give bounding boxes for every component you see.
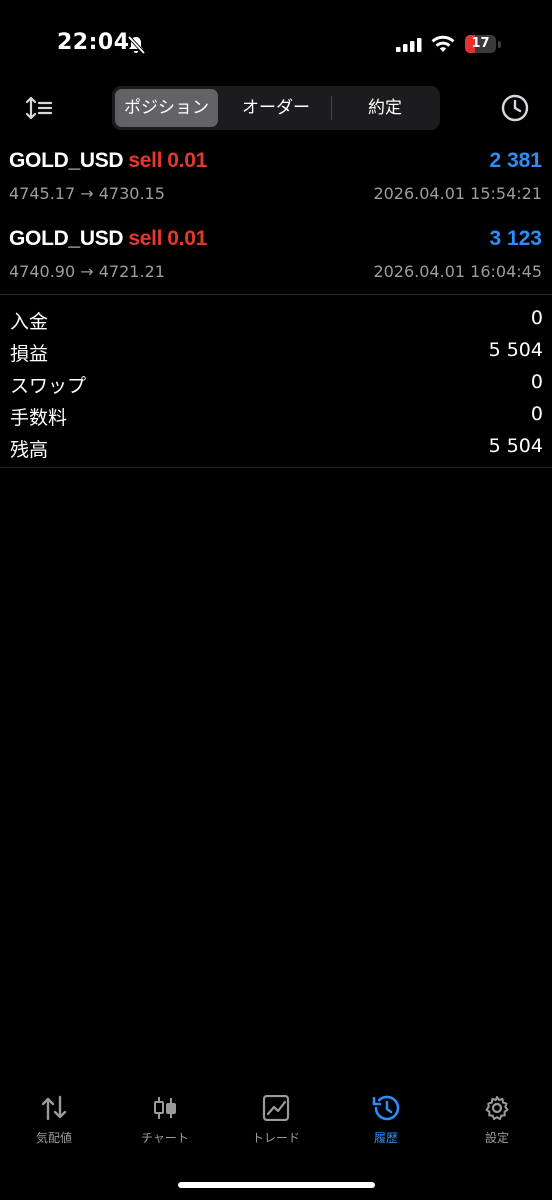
- segment-orders[interactable]: オーダー: [222, 89, 330, 127]
- position-side: sell: [128, 149, 163, 172]
- position-volume: 0.01: [167, 149, 207, 172]
- summary-label-swap: スワップ: [10, 375, 87, 397]
- wifi-icon: [431, 35, 455, 52]
- position-row[interactable]: GOLD_USD sell 0.01 2 381 4745.17 → 4730.…: [0, 140, 552, 215]
- summary-value-swap: 0: [530, 371, 543, 393]
- battery-indicator: 17: [465, 35, 496, 53]
- tab-settings[interactable]: 設定: [457, 1095, 537, 1146]
- battery-level: 17: [471, 36, 490, 51]
- position-time: 2026.04.01 16:04:45: [373, 262, 542, 281]
- tab-history[interactable]: 履歴: [346, 1095, 426, 1146]
- position-side: sell: [128, 227, 163, 250]
- history-icon: [372, 1095, 400, 1121]
- summary-label-balance: 残高: [10, 439, 49, 461]
- position-volume: 0.01: [167, 227, 207, 250]
- position-prices: 4740.90 → 4721.21: [9, 262, 165, 281]
- summary-label-deposit: 入金: [10, 311, 49, 333]
- tab-label: 履歴: [373, 1131, 398, 1145]
- position-profit: 2 381: [489, 149, 542, 172]
- trade-chart-icon: [262, 1094, 290, 1122]
- home-indicator: [178, 1182, 375, 1188]
- segment-positions[interactable]: ポジション: [115, 89, 218, 127]
- cellular-signal-icon: [396, 38, 422, 52]
- tab-chart[interactable]: チャート: [125, 1095, 205, 1146]
- tab-label: 気配値: [35, 1131, 72, 1145]
- tab-label: トレード: [251, 1131, 300, 1145]
- divider: [0, 294, 552, 295]
- gear-icon: [485, 1096, 509, 1120]
- position-profit: 3 123: [489, 227, 542, 250]
- summary-value-commission: 0: [530, 403, 543, 425]
- segment-divider: [331, 96, 332, 120]
- tab-quotes[interactable]: 気配値: [14, 1095, 94, 1146]
- tab-label: 設定: [484, 1131, 509, 1145]
- position-symbol: GOLD_USD: [9, 149, 124, 172]
- tab-trade[interactable]: トレード: [236, 1094, 316, 1146]
- bell-muted-icon: [127, 35, 146, 55]
- position-time: 2026.04.01 15:54:21: [373, 184, 542, 203]
- position-symbol: GOLD_USD: [9, 227, 124, 250]
- segment-deals[interactable]: 約定: [333, 89, 437, 127]
- status-time: 22:04: [57, 30, 130, 55]
- sort-icon[interactable]: [25, 96, 53, 120]
- quotes-arrows-icon: [41, 1095, 67, 1121]
- tab-label: チャート: [141, 1131, 189, 1145]
- summary-value-balance: 5 504: [488, 435, 543, 457]
- position-prices: 4745.17 → 4730.15: [9, 184, 165, 203]
- summary-label-profit: 損益: [10, 343, 49, 365]
- candlestick-icon: [154, 1097, 176, 1119]
- divider: [0, 467, 552, 468]
- view-segmented-control: ポジション オーダー 約定: [112, 86, 440, 130]
- clock-icon[interactable]: [500, 93, 530, 123]
- summary-value-deposit: 0: [530, 307, 543, 329]
- position-row[interactable]: GOLD_USD sell 0.01 3 123 4740.90 → 4721.…: [0, 218, 552, 293]
- battery-nub: [498, 41, 501, 48]
- position-header: GOLD_USD sell 0.01: [9, 227, 207, 251]
- position-header: GOLD_USD sell 0.01: [9, 149, 207, 173]
- summary-label-commission: 手数料: [10, 407, 68, 429]
- summary-value-profit: 5 504: [488, 339, 543, 361]
